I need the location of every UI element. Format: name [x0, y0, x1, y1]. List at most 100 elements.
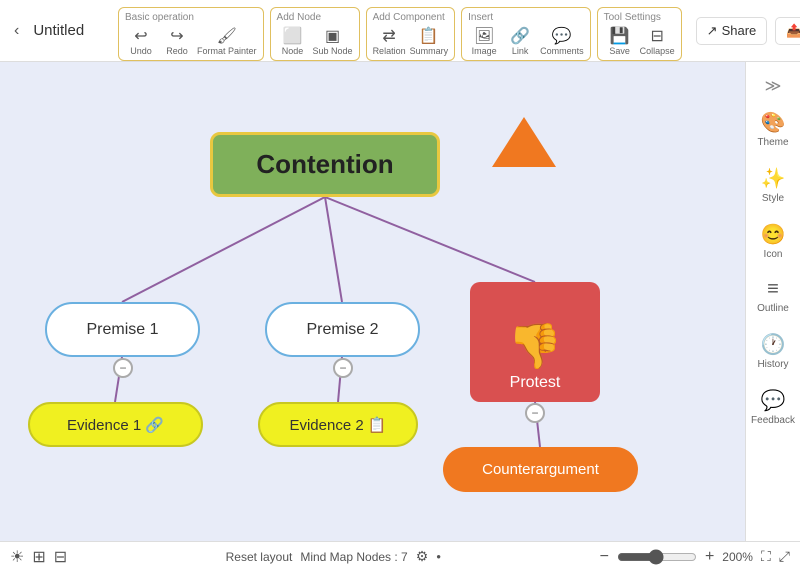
- fullscreen-icon[interactable]: ⤢: [779, 548, 790, 565]
- evidence2-label: Evidence 2 📋: [289, 416, 386, 434]
- node-premise1[interactable]: Premise 1: [45, 302, 200, 357]
- collapse-label: Collapse: [640, 46, 675, 56]
- feedback-icon: 💬: [761, 388, 786, 413]
- format-painter-button[interactable]: 🖌 Format Painter: [197, 26, 257, 56]
- icon-label: Icon: [764, 249, 783, 260]
- zoom-minus-button[interactable]: −: [600, 548, 609, 566]
- collapse-dot-premise1[interactable]: −: [113, 358, 133, 378]
- style-icon: ✨: [761, 166, 786, 191]
- toolbar-group-add-node: Add Node ⬜ Node ▣ Sub Node: [270, 7, 360, 61]
- toolbar-group-add-component-label: Add Component: [373, 12, 445, 23]
- evidence1-label: Evidence 1 🔗: [67, 416, 164, 434]
- toolbar-items-add-component: ⇄ Relation 📋 Summary: [373, 26, 449, 56]
- sun-icon: ☀: [10, 547, 24, 567]
- comments-button[interactable]: 💬 Comments: [540, 26, 584, 56]
- canvas[interactable]: Contention Premise 1 Premise 2 👎 Protest…: [0, 62, 745, 541]
- link-button[interactable]: 🔗 Link: [504, 26, 536, 56]
- relation-icon: ⇄: [382, 26, 395, 46]
- relation-label: Relation: [373, 46, 406, 56]
- header: ‹ Untitled Basic operation ↩ Undo ↪ Redo…: [0, 0, 800, 62]
- contention-label: Contention: [256, 149, 393, 180]
- link-icon: 🔗: [510, 26, 530, 46]
- toolbar-items-tool-settings: 💾 Save ⊟ Collapse: [604, 26, 675, 56]
- counterargument-label: Counterargument: [482, 461, 599, 478]
- save-button[interactable]: 💾 Save: [604, 26, 636, 56]
- theme-label: Theme: [757, 137, 788, 148]
- undo-button[interactable]: ↩ Undo: [125, 26, 157, 56]
- sidebar-item-icon[interactable]: 😊 Icon: [746, 214, 800, 268]
- header-left: ‹ Untitled: [8, 18, 118, 44]
- link-label: Link: [512, 46, 529, 56]
- node-evidence2[interactable]: Evidence 2 📋: [258, 402, 418, 447]
- sidebar-item-history[interactable]: 🕐 History: [746, 324, 800, 378]
- settings-icon[interactable]: ⚙: [416, 548, 429, 565]
- arrow-up: [492, 117, 556, 167]
- toolbar-group-add-component: Add Component ⇄ Relation 📋 Summary: [366, 7, 456, 61]
- toolbar: Basic operation ↩ Undo ↪ Redo 🖌 Format P…: [118, 0, 688, 61]
- comments-icon: 💬: [552, 26, 572, 46]
- summary-button[interactable]: 📋 Summary: [410, 26, 449, 56]
- reset-layout-button[interactable]: Reset layout: [226, 550, 293, 564]
- sidebar-collapse-button[interactable]: ≫: [746, 72, 800, 100]
- relation-button[interactable]: ⇄ Relation: [373, 26, 406, 56]
- sub-node-button[interactable]: ▣ Sub Node: [313, 26, 353, 56]
- redo-icon: ↪: [170, 26, 183, 46]
- node-contention[interactable]: Contention: [210, 132, 440, 197]
- back-button[interactable]: ‹: [8, 18, 25, 44]
- bottom-bar-center: Reset layout Mind Map Nodes : 7 ⚙ ●: [83, 548, 583, 565]
- summary-icon: 📋: [419, 26, 439, 46]
- collapse-button[interactable]: ⊟ Collapse: [640, 26, 675, 56]
- share-button[interactable]: ↗ Share: [696, 17, 768, 45]
- format-painter-icon: 🖌: [217, 26, 237, 46]
- export-button[interactable]: 📤 Export: [775, 17, 800, 45]
- undo-icon: ↩: [134, 26, 147, 46]
- node-button[interactable]: ⬜ Node: [277, 26, 309, 56]
- share-icon: ↗: [707, 23, 718, 39]
- icon-icon: 😊: [761, 222, 786, 247]
- bottom-bar: ☀ ⊞ ⊟ Reset layout Mind Map Nodes : 7 ⚙ …: [0, 541, 800, 571]
- sub-node-icon: ▣: [325, 26, 340, 46]
- export-icon: 📤: [786, 23, 800, 39]
- share-label: Share: [722, 23, 757, 38]
- image-label: Image: [472, 46, 497, 56]
- collapse-dot-protest[interactable]: −: [525, 403, 545, 423]
- redo-button[interactable]: ↪ Redo: [161, 26, 193, 56]
- node-evidence1[interactable]: Evidence 1 🔗: [28, 402, 203, 447]
- node-premise2[interactable]: Premise 2: [265, 302, 420, 357]
- collapse-dot-premise2[interactable]: −: [333, 358, 353, 378]
- image-icon: 🖼: [474, 26, 494, 46]
- premise1-label: Premise 1: [86, 321, 158, 339]
- undo-label: Undo: [130, 46, 152, 56]
- fit-screen-icon[interactable]: ⛶: [761, 548, 771, 565]
- feedback-label: Feedback: [751, 415, 795, 426]
- sidebar-item-style[interactable]: ✨ Style: [746, 158, 800, 212]
- thumbsdown-icon: 👎: [508, 320, 563, 372]
- bottom-bar-right: − + 200% ⛶ ⤢: [600, 548, 790, 566]
- zoom-slider[interactable]: [617, 549, 697, 565]
- toolbar-group-basic-label: Basic operation: [125, 12, 194, 23]
- node-protest[interactable]: 👎 Protest: [470, 282, 600, 402]
- sub-node-label: Sub Node: [313, 46, 353, 56]
- redo-label: Redo: [166, 46, 188, 56]
- format-painter-label: Format Painter: [197, 46, 257, 56]
- header-right: ↗ Share 📤 Export: [696, 17, 800, 45]
- node-counterargument[interactable]: Counterargument: [443, 447, 638, 492]
- history-label: History: [757, 359, 788, 370]
- sidebar-item-feedback[interactable]: 💬 Feedback: [746, 380, 800, 434]
- comments-label: Comments: [540, 46, 584, 56]
- main: Contention Premise 1 Premise 2 👎 Protest…: [0, 62, 800, 541]
- image-button[interactable]: 🖼 Image: [468, 26, 500, 56]
- sidebar-item-theme[interactable]: 🎨 Theme: [746, 102, 800, 156]
- outline-icon: ≡: [767, 278, 779, 301]
- summary-label: Summary: [410, 46, 449, 56]
- toolbar-items-add-node: ⬜ Node ▣ Sub Node: [277, 26, 353, 56]
- layout-icon: ⊟: [54, 547, 67, 567]
- sidebar-item-outline[interactable]: ≡ Outline: [746, 270, 800, 322]
- toolbar-group-insert-label: Insert: [468, 12, 493, 23]
- outline-label: Outline: [757, 303, 789, 314]
- toolbar-group-tool-settings-label: Tool Settings: [604, 12, 661, 23]
- toolbar-items-basic: ↩ Undo ↪ Redo 🖌 Format Painter: [125, 26, 257, 56]
- toolbar-group-insert: Insert 🖼 Image 🔗 Link 💬 Comments: [461, 7, 591, 61]
- zoom-plus-button[interactable]: +: [705, 548, 714, 566]
- premise2-label: Premise 2: [306, 321, 378, 339]
